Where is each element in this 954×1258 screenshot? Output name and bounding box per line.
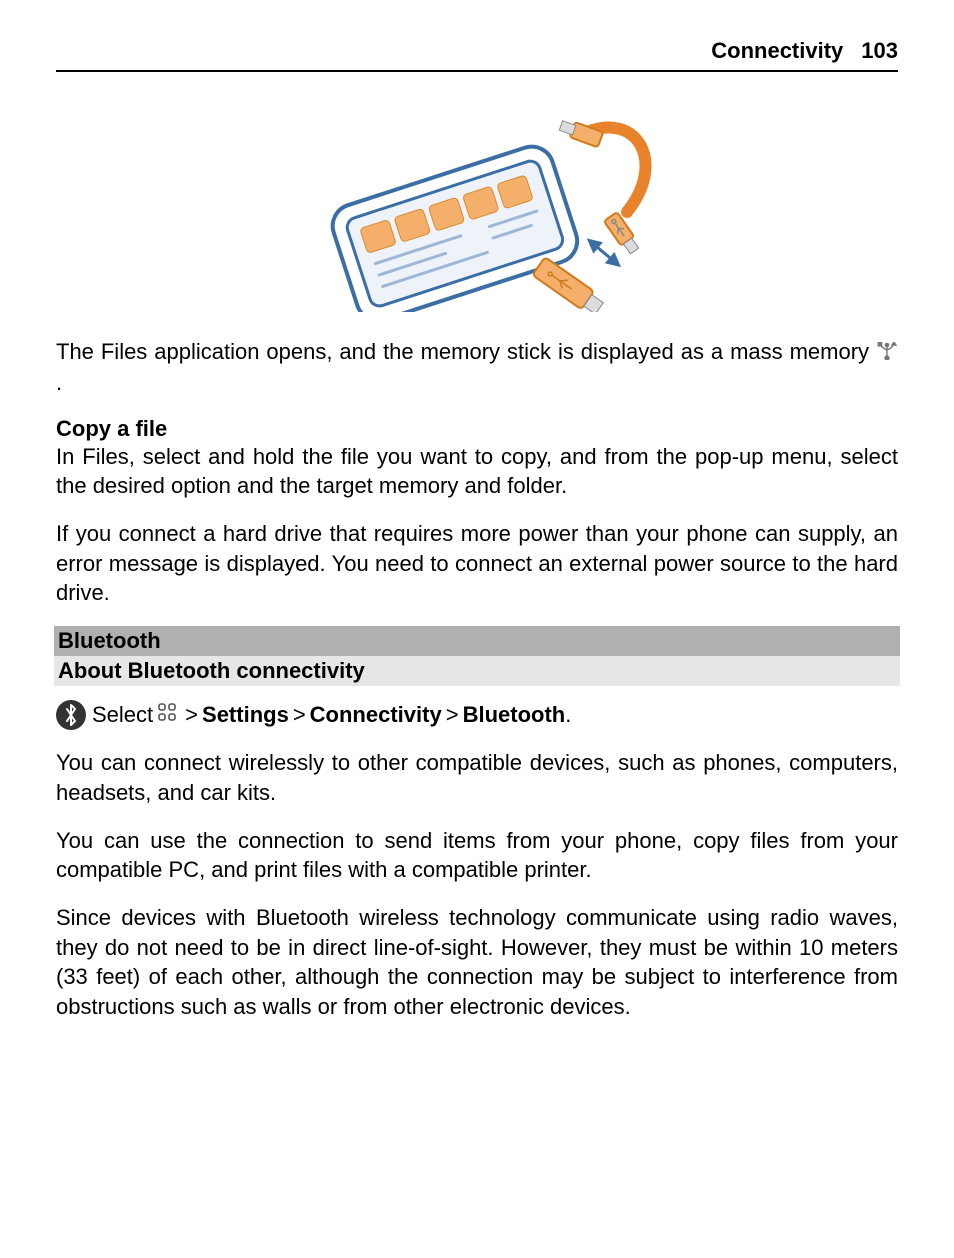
- select-word: Select: [92, 702, 153, 728]
- nav-bluetooth: Bluetooth: [463, 702, 566, 728]
- header-page-number: 103: [861, 38, 898, 64]
- usb-otg-illustration: [287, 102, 667, 317]
- copy-a-file-block: Copy a file In Files, select and hold th…: [56, 416, 898, 501]
- hard-drive-note: If you connect a hard drive that require…: [56, 519, 898, 608]
- copy-a-file-text: In Files, select and hold the file you w…: [56, 442, 898, 501]
- files-open-text-a: The Files application opens, and the mem…: [56, 339, 876, 364]
- page: Connectivity 103: [0, 0, 954, 1258]
- copy-a-file-heading: Copy a file: [56, 416, 898, 442]
- bluetooth-p2: You can use the connection to send items…: [56, 826, 898, 885]
- breadcrumb-sep-3: >: [446, 702, 459, 728]
- breadcrumb-sep-2: >: [293, 702, 306, 728]
- bluetooth-p3: Since devices with Bluetooth wireless te…: [56, 903, 898, 1022]
- menu-grid-icon: [157, 702, 177, 728]
- mass-memory-icon: [876, 338, 898, 368]
- bluetooth-section-heading: Bluetooth: [54, 626, 900, 656]
- nav-connectivity: Connectivity: [310, 702, 442, 728]
- files-open-text-b: .: [56, 370, 62, 395]
- about-bluetooth-heading: About Bluetooth connectivity: [54, 656, 900, 686]
- breadcrumb-sep-1: >: [185, 702, 198, 728]
- select-path-line: Select > Settings > Connectivity > Bluet…: [56, 700, 898, 730]
- illustration-container: [56, 102, 898, 317]
- nav-settings: Settings: [202, 702, 289, 728]
- bluetooth-p1: You can connect wirelessly to other comp…: [56, 748, 898, 807]
- files-open-paragraph: The Files application opens, and the mem…: [56, 337, 898, 398]
- page-header: Connectivity 103: [56, 38, 898, 72]
- header-section: Connectivity: [711, 38, 843, 64]
- nav-period: .: [565, 702, 571, 728]
- bluetooth-icon: [56, 700, 86, 730]
